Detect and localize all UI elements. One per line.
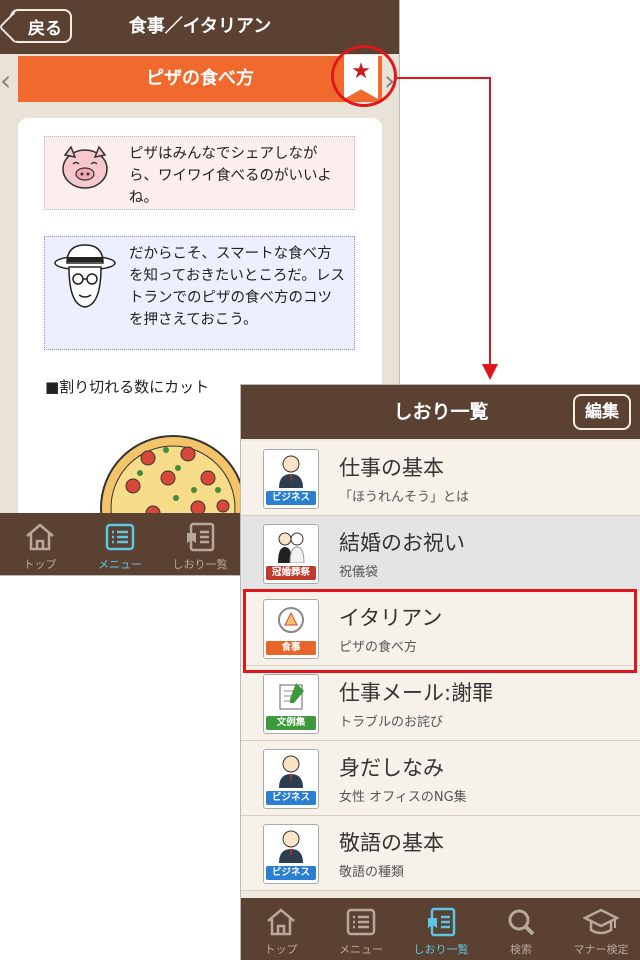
screenshot-root: 食事／イタリアン 戻る ‹ ピザの食べ方 › ★ ピザはみんなでシェアしながら、… xyxy=(0,0,640,960)
callout-arrow xyxy=(397,77,498,380)
